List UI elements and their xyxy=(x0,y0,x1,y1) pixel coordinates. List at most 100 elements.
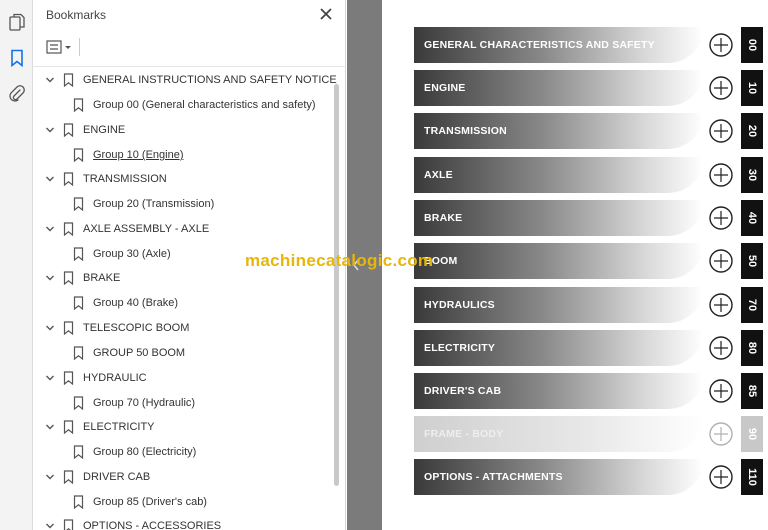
panel-title: Bookmarks xyxy=(46,8,107,22)
tab-number: 85 xyxy=(741,373,763,409)
chevron-down-icon[interactable] xyxy=(43,470,57,484)
bookmark-child-item[interactable]: Group 20 (Transmission) xyxy=(72,192,214,216)
bookmark-child-item[interactable]: GROUP 50 BOOM xyxy=(72,341,185,365)
bookmark-child-label: GROUP 50 BOOM xyxy=(93,347,186,359)
toolbar-divider xyxy=(79,38,80,56)
bookmark-label: HYDRAULIC xyxy=(83,372,147,384)
bookmark-item[interactable]: ENGINE xyxy=(43,118,125,142)
bookmark-label: TELESCOPIC BOOM xyxy=(83,322,190,334)
bookmark-item[interactable]: BRAKE xyxy=(43,266,120,290)
section-tab[interactable]: FRAME - BODY xyxy=(414,416,704,452)
section-tab[interactable]: ELECTRICITY xyxy=(414,330,704,366)
bookmark-icon xyxy=(72,296,84,310)
tab-number-text: 10 xyxy=(746,81,758,95)
panel-toolbar xyxy=(33,32,346,62)
bookmark-icon xyxy=(62,470,74,484)
tab-number: 110 xyxy=(741,459,763,495)
tab-number: 70 xyxy=(741,287,763,323)
bookmark-child-label: Group 80 (Electricity) xyxy=(93,446,197,458)
section-tab[interactable]: GENERAL CHARACTERISTICS AND SAFETY xyxy=(414,27,704,63)
section-tab[interactable]: BOOM xyxy=(414,243,704,279)
tab-number-text: 85 xyxy=(746,384,758,398)
pages-icon[interactable] xyxy=(6,11,28,33)
bookmark-icon xyxy=(62,321,74,335)
bookmark-label: GENERAL INSTRUCTIONS AND SAFETY NOTICE xyxy=(83,74,337,86)
section-tab[interactable]: AXLE xyxy=(414,157,704,193)
bookmark-item[interactable]: ELECTRICITY xyxy=(43,415,155,439)
bookmark-icon xyxy=(62,420,74,434)
tab-number-text: 110 xyxy=(746,468,758,486)
section-tab[interactable]: DRIVER'S CAB xyxy=(414,373,704,409)
section-tab[interactable]: BRAKE xyxy=(414,200,704,236)
chevron-down-icon[interactable] xyxy=(43,123,57,137)
bookmark-item[interactable]: DRIVER CAB xyxy=(43,465,150,489)
bookmark-child-item[interactable]: Group 30 (Axle) xyxy=(72,242,171,266)
bookmark-item[interactable]: TELESCOPIC BOOM xyxy=(43,316,189,340)
tab-label: AXLE xyxy=(424,169,453,181)
bookmark-child-item[interactable]: Group 40 (Brake) xyxy=(72,291,178,315)
bookmark-child-item[interactable]: Group 70 (Hydraulic) xyxy=(72,391,195,415)
bookmark-child-item[interactable]: Group 10 (Engine) xyxy=(72,143,184,167)
tab-number: 50 xyxy=(741,243,763,279)
section-tab[interactable]: TRANSMISSION xyxy=(414,113,704,149)
bookmark-child-label: Group 40 (Brake) xyxy=(93,297,178,309)
bookmark-options-icon[interactable] xyxy=(46,38,76,56)
engine-icon xyxy=(701,70,741,106)
bookmark-icon xyxy=(72,197,84,211)
tab-band xyxy=(414,157,704,193)
bookmark-child-item[interactable]: Group 80 (Electricity) xyxy=(72,440,196,464)
bookmark-label: ELECTRICITY xyxy=(83,421,155,433)
bookmark-item[interactable]: OPTIONS - ACCESSORIES xyxy=(43,514,221,530)
tab-number: 00 xyxy=(741,27,763,63)
tab-band xyxy=(414,243,704,279)
bookmark-icon xyxy=(72,148,84,162)
attachment-tool-icon xyxy=(701,459,741,495)
chevron-down-icon[interactable] xyxy=(43,371,57,385)
bookmark-label: DRIVER CAB xyxy=(83,471,151,483)
tab-number-text: 00 xyxy=(746,38,758,52)
bookmark-item[interactable]: TRANSMISSION xyxy=(43,167,167,191)
frame-icon xyxy=(701,416,741,452)
bookmark-child-label: Group 70 (Hydraulic) xyxy=(93,397,196,409)
tab-number: 30 xyxy=(741,157,763,193)
chevron-down-icon[interactable] xyxy=(43,420,57,434)
tab-label: DRIVER'S CAB xyxy=(424,385,502,397)
panel-scrollbar[interactable] xyxy=(334,84,339,486)
bookmark-child-item[interactable]: Group 00 (General characteristics and sa… xyxy=(72,93,316,117)
chevron-down-icon[interactable] xyxy=(43,519,57,530)
section-tab[interactable]: ENGINE xyxy=(414,70,704,106)
tab-number-text: 90 xyxy=(746,427,758,441)
bookmark-icon xyxy=(72,495,84,509)
tab-label: ENGINE xyxy=(424,82,466,94)
bookmark-label: OPTIONS - ACCESSORIES xyxy=(83,520,222,530)
tab-number: 20 xyxy=(741,113,763,149)
tab-number-text: 70 xyxy=(746,298,758,312)
panel-divider xyxy=(33,66,346,67)
tab-number-text: 20 xyxy=(746,124,758,138)
bookmark-icon xyxy=(62,371,74,385)
bookmark-icon xyxy=(62,73,74,87)
tab-number-text: 80 xyxy=(746,341,758,355)
attachment-icon[interactable] xyxy=(6,83,28,105)
bookmark-child-item[interactable]: Group 85 (Driver's cab) xyxy=(72,490,207,514)
bookmark-child-label: Group 10 (Engine) xyxy=(93,149,184,161)
section-tab[interactable]: HYDRAULICS xyxy=(414,287,704,323)
bookmark-icon xyxy=(62,123,74,137)
close-icon[interactable] xyxy=(317,5,335,23)
chevron-down-icon[interactable] xyxy=(43,73,57,87)
bookmark-icon xyxy=(62,519,74,530)
chevron-down-icon[interactable] xyxy=(43,321,57,335)
chevron-down-icon[interactable] xyxy=(43,222,57,236)
bookmark-item[interactable]: HYDRAULIC xyxy=(43,366,147,390)
bookmark-icon[interactable] xyxy=(6,47,28,69)
chevron-down-icon[interactable] xyxy=(43,271,57,285)
bookmark-item[interactable]: GENERAL INSTRUCTIONS AND SAFETY NOTICE xyxy=(43,68,337,92)
tab-label: TRANSMISSION xyxy=(424,125,507,137)
bookmark-item[interactable]: AXLE ASSEMBLY - AXLE xyxy=(43,217,209,241)
tab-label: OPTIONS - ATTACHMENTS xyxy=(424,471,563,483)
bookmark-icon xyxy=(62,172,74,186)
chevron-down-icon[interactable] xyxy=(43,172,57,186)
bookmark-label: AXLE ASSEMBLY - AXLE xyxy=(83,223,210,235)
bookmark-icon xyxy=(72,98,84,112)
section-tab[interactable]: OPTIONS - ATTACHMENTS xyxy=(414,459,704,495)
